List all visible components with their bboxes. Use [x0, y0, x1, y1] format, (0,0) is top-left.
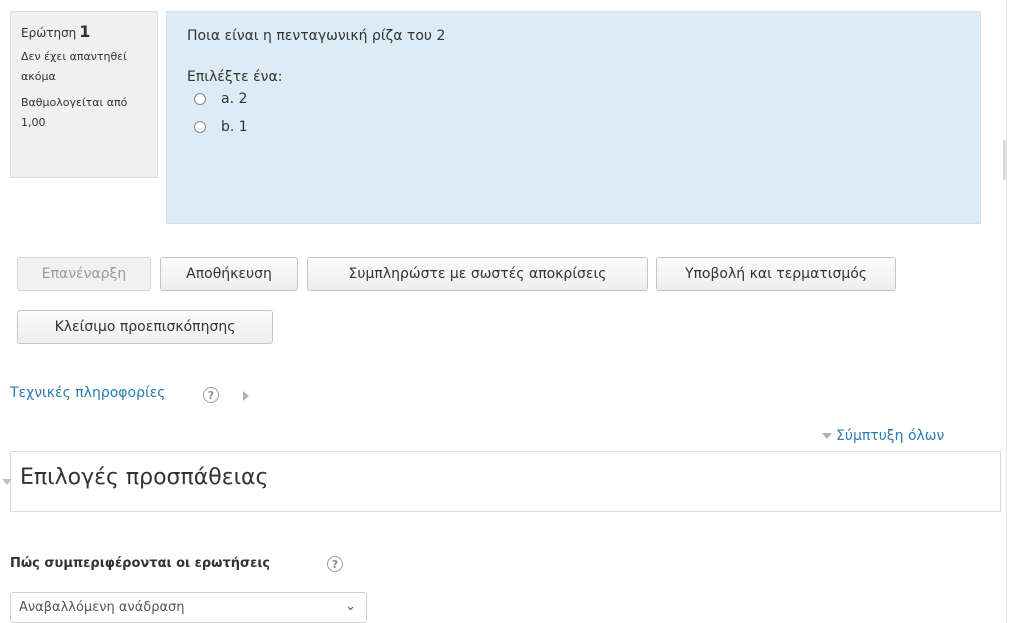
section-toggle-icon[interactable]: [2, 479, 12, 485]
help-icon[interactable]: ?: [203, 387, 219, 403]
behaviour-label: Πώς συμπεριφέρονται οι ερωτήσεις: [10, 556, 271, 571]
technical-info-link[interactable]: Τεχνικές πληροφορίες: [10, 385, 166, 401]
radio-button[interactable]: [194, 93, 206, 105]
scrollbar-track[interactable]: [1006, 0, 1007, 623]
save-button[interactable]: Αποθήκευση: [160, 257, 298, 291]
close-preview-button[interactable]: Κλείσιμο προεπισκόπησης: [17, 310, 273, 344]
question-content-panel: Ποια είναι η πενταγωνική ρίζα του 2 Επιλ…: [166, 11, 981, 224]
answer-label: b. 1: [221, 119, 248, 135]
question-state: Δεν έχει απαντηθεί ακόμα: [21, 50, 127, 83]
behaviour-selected-value: Αναβαλλόμενη ανάδραση: [19, 600, 185, 615]
answer-option-b[interactable]: b. 1: [194, 113, 980, 141]
collapse-arrow-icon: [822, 433, 832, 439]
section-title[interactable]: Επιλογές προσπάθειας: [20, 465, 268, 490]
question-text: Ποια είναι η πενταγωνική ρίζα του 2: [187, 28, 446, 44]
question-number: 1: [79, 22, 91, 41]
question-grade: Βαθμολογείται από 1,00: [21, 96, 128, 129]
question-label: Ερώτηση: [21, 26, 77, 40]
question-info-panel: Ερώτηση 1 Δεν έχει απαντηθεί ακόμα Βαθμολ…: [10, 11, 158, 178]
radio-button[interactable]: [194, 121, 206, 133]
fill-correct-button[interactable]: Συμπληρώστε με σωστές αποκρίσεις: [307, 257, 648, 291]
chevron-down-icon: ⌄: [345, 599, 356, 614]
collapse-all-link[interactable]: Σύμπτυξη όλων: [836, 428, 944, 444]
question-heading: Ερώτηση 1: [21, 22, 157, 41]
expand-arrow-icon[interactable]: [243, 391, 249, 401]
restart-button[interactable]: Επανέναρξη: [17, 257, 151, 291]
scrollbar-thumb[interactable]: [1003, 140, 1006, 180]
behaviour-select[interactable]: Αναβαλλόμενη ανάδραση ⌄: [10, 592, 367, 623]
answer-label: a. 2: [221, 91, 248, 107]
help-icon[interactable]: ?: [327, 556, 343, 572]
answer-prompt: Επιλέξτε ένα:: [187, 69, 283, 85]
submit-finish-button[interactable]: Υποβολή και τερματισμός: [656, 257, 896, 291]
answer-option-a[interactable]: a. 2: [194, 85, 980, 113]
